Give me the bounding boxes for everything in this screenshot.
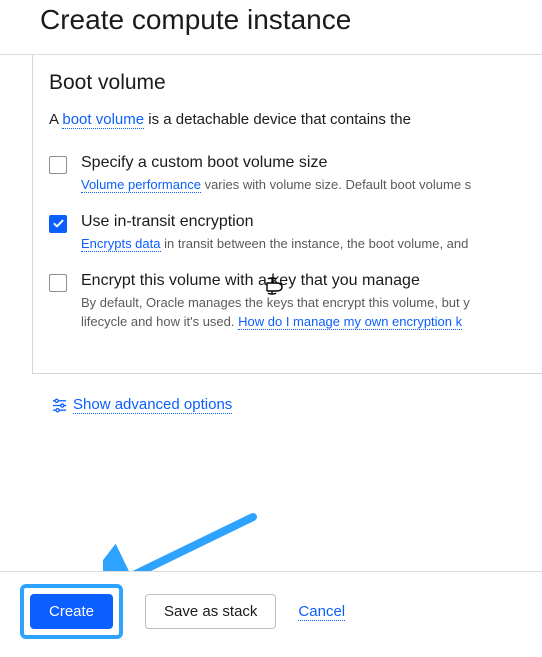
sliders-icon <box>52 398 67 413</box>
checkbox-custom-size[interactable] <box>49 156 67 174</box>
save-as-stack-button[interactable]: Save as stack <box>145 594 276 629</box>
section-title: Boot volume <box>49 71 542 95</box>
checkbox-customer-managed-key[interactable] <box>49 274 67 292</box>
create-highlight: Create <box>20 584 123 639</box>
encrypts-data-link[interactable]: Encrypts data <box>81 236 161 252</box>
create-button[interactable]: Create <box>30 594 113 629</box>
show-advanced-link[interactable]: Show advanced options <box>73 396 232 414</box>
checkbox-in-transit-encryption[interactable] <box>49 215 67 233</box>
page-title: Create compute instance <box>40 4 530 36</box>
option-label: Encrypt this volume with a key that you … <box>81 272 470 290</box>
option-desc: Encrypts data in transit between the ins… <box>81 235 468 254</box>
boot-volume-panel: Boot volume A boot volume is a detachabl… <box>32 55 542 374</box>
boot-volume-intro: A boot volume is a detachable device tha… <box>49 111 542 128</box>
option-desc: Volume performance varies with volume si… <box>81 176 471 195</box>
option-label: Specify a custom boot volume size <box>81 154 471 172</box>
option-desc: By default, Oracle manages the keys that… <box>81 294 470 332</box>
volume-performance-link[interactable]: Volume performance <box>81 177 201 193</box>
footer-actions: Create Save as stack Cancel <box>0 571 542 657</box>
cancel-link[interactable]: Cancel <box>298 603 345 621</box>
manage-keys-link[interactable]: How do I manage my own encryption k <box>238 314 462 330</box>
option-label: Use in-transit encryption <box>81 213 468 231</box>
boot-volume-link[interactable]: boot volume <box>62 111 144 129</box>
